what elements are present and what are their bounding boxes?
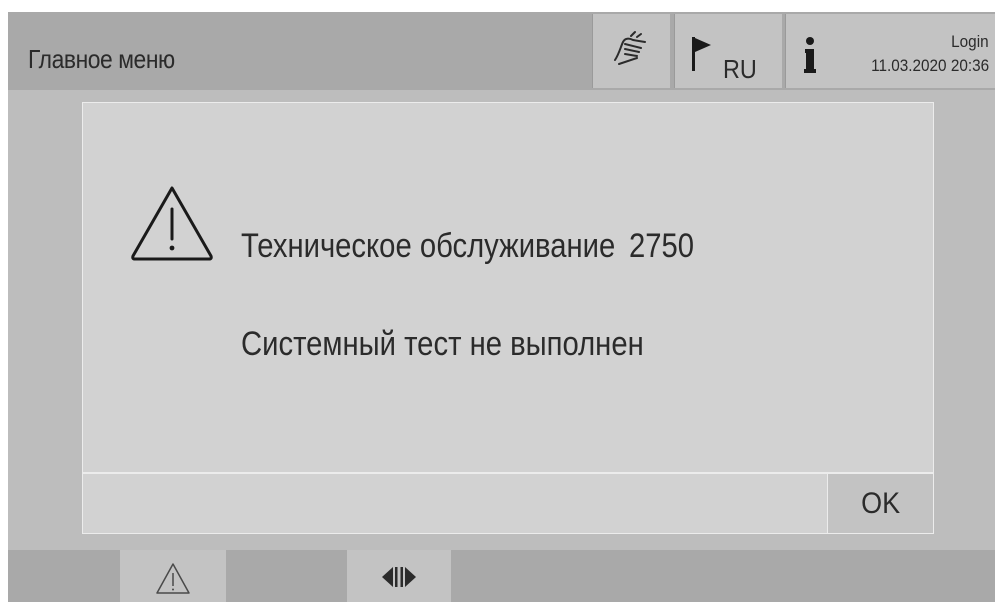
page-title: Главное меню: [28, 44, 175, 74]
warning-triangle-icon: [131, 186, 213, 261]
header-bar: Главное меню RU Login 11.03.2020 20:36: [8, 12, 995, 90]
date-text: 11.03.2020: [871, 56, 947, 75]
datetime: 11.03.2020 20:36: [871, 56, 989, 76]
info-icon: [804, 37, 816, 73]
time-text: 20:36: [950, 56, 989, 75]
dialog-title: Техническое обслуживание 2750: [241, 227, 694, 266]
ok-button-label: OK: [860, 487, 901, 520]
language-label: RU: [723, 54, 757, 84]
hand-touch-icon: [614, 31, 646, 65]
navigation-button[interactable]: [347, 550, 451, 602]
dialog-title-text: Техническое обслуживание: [241, 227, 616, 265]
warnings-button[interactable]: [120, 550, 226, 602]
flag-icon: [692, 37, 711, 71]
maintenance-dialog: Техническое обслуживание 2750 Системный т…: [82, 102, 934, 534]
dialog-footer: OK: [83, 472, 933, 533]
warning-triangle-icon: [156, 563, 190, 594]
screen: Главное меню RU Login 11.03.2020 20:36 Т…: [8, 12, 995, 602]
touch-button[interactable]: [592, 14, 670, 88]
error-code: 2750: [629, 227, 695, 265]
ok-button[interactable]: OK: [827, 474, 933, 533]
login-button[interactable]: Login 11.03.2020 20:36: [785, 14, 995, 88]
bottom-bar: [8, 550, 995, 602]
language-button[interactable]: RU: [674, 14, 782, 88]
left-right-arrows-icon: [382, 567, 416, 587]
dialog-message: Системный тест не выполнен: [241, 325, 644, 363]
login-label: Login: [951, 32, 989, 51]
